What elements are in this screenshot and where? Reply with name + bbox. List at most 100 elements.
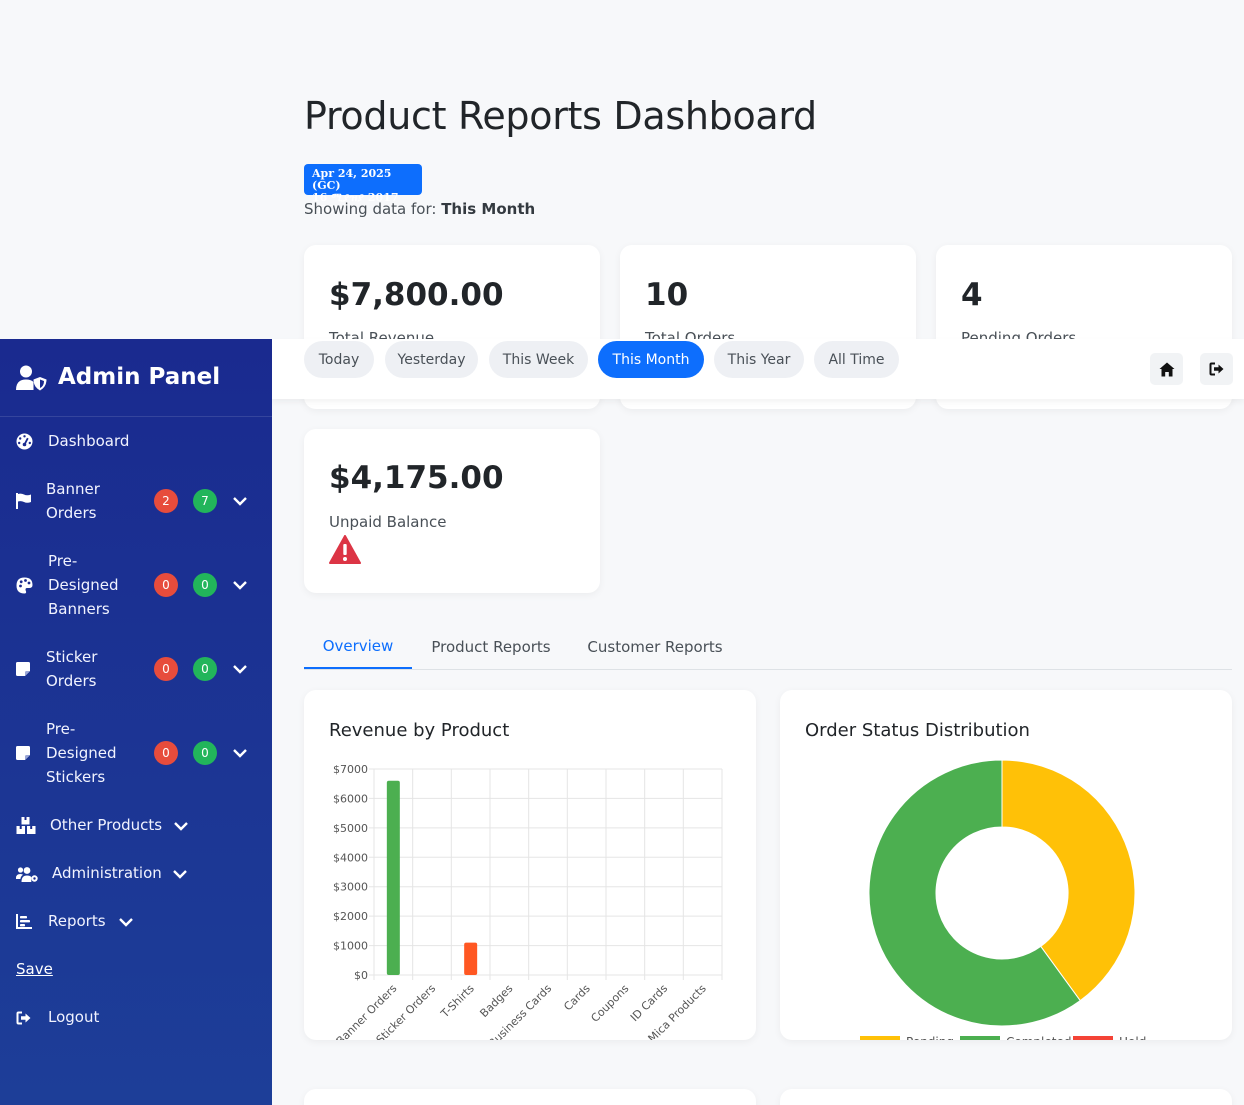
stat-value: $7,800.00: [329, 277, 504, 313]
x-tick-label: Coupons: [588, 982, 631, 1025]
sidebar-item-label: Administration: [52, 864, 162, 882]
sidebar-item-pre-designed-banners[interactable]: Pre-Designed Banners 0 0: [0, 549, 272, 621]
y-tick-label: $1000: [333, 940, 368, 953]
chevron-down-icon[interactable]: [232, 580, 248, 590]
warning-triangle-icon: [329, 535, 361, 564]
palette-icon: [16, 577, 33, 594]
completed-count-badge: 7: [193, 489, 217, 513]
sidebar-item-label: Banner Orders: [46, 480, 100, 522]
logout-icon: [1209, 362, 1223, 376]
x-tick-label: T-Shirts: [438, 982, 477, 1021]
chevron-down-icon[interactable]: [173, 821, 189, 831]
stat-value: 4: [961, 277, 983, 313]
sidebar-item-label: Sticker Orders: [46, 648, 98, 690]
x-tick-label: Badges: [477, 982, 515, 1020]
sidebar-item-other-products[interactable]: Other Products: [0, 813, 272, 841]
y-tick-label: $0: [354, 969, 368, 982]
stat-label: Unpaid Balance: [329, 513, 447, 531]
page-title: Product Reports Dashboard: [304, 94, 817, 138]
sidebar-item-label: Other Products: [50, 816, 163, 834]
sidebar: Admin Panel Dashboard Banner Orders 2 7: [0, 339, 272, 1105]
sidebar-item-dashboard[interactable]: Dashboard: [0, 423, 272, 459]
sidebar-item-logout[interactable]: Logout: [0, 1005, 272, 1033]
pending-count-badge: 0: [154, 573, 178, 597]
next-card-left: [304, 1089, 756, 1105]
revenue-bar-chart: $0$1000$2000$3000$4000$5000$6000$7000Ban…: [333, 763, 723, 1040]
order-status-donut-chart: Pending Completed Hold: [860, 759, 1146, 1040]
tab-customer-reports[interactable]: Customer Reports: [574, 624, 736, 669]
sidebar-item-pre-designed-stickers[interactable]: Pre-Designed Stickers 0 0: [0, 717, 272, 789]
sticky-note-icon: [16, 746, 30, 760]
x-tick-label: Cards: [561, 982, 593, 1014]
completed-count-badge: 0: [193, 657, 217, 681]
legend-label: Pending: [906, 1035, 954, 1040]
stat-card-unpaid-balance: $4,175.00 Unpaid Balance: [304, 429, 600, 593]
sidebar-item-label: Dashboard: [48, 432, 130, 450]
date-gc: Apr 24, 2025 (GC): [312, 167, 392, 192]
sidebar-item-sticker-orders[interactable]: Sticker Orders 0 0: [0, 645, 272, 693]
filter-this-week[interactable]: This Week: [489, 341, 588, 378]
sidebar-item-reports[interactable]: Reports: [0, 909, 272, 937]
sidebar-item-administration[interactable]: Administration: [0, 861, 272, 889]
filter-all-time[interactable]: All Time: [814, 341, 899, 378]
report-tabs: Overview Product Reports Customer Report…: [304, 624, 1232, 670]
tab-overview[interactable]: Overview: [304, 624, 412, 669]
y-tick-label: $5000: [333, 822, 368, 835]
bar[interactable]: [386, 780, 400, 975]
stat-value: $4,175.00: [329, 460, 504, 496]
showing-prefix: Showing data for:: [304, 200, 437, 218]
sidebar-item-label: Logout: [48, 1008, 100, 1026]
legend-label: Completed: [1006, 1035, 1071, 1040]
showing-period: This Month: [441, 200, 536, 218]
chevron-down-icon[interactable]: [172, 869, 188, 879]
order-status-card: Order Status Distribution PendingComplet…: [780, 690, 1232, 1040]
boxes-icon: [16, 817, 36, 834]
pending-count-badge: 0: [154, 741, 178, 765]
legend-label: Hold: [1119, 1035, 1146, 1040]
legend-swatch: [1073, 1036, 1113, 1040]
stat-value: 10: [645, 277, 689, 313]
filter-this-month[interactable]: This Month: [598, 341, 704, 378]
pending-count-badge: 2: [154, 489, 178, 513]
filter-yesterday[interactable]: Yesterday: [385, 341, 478, 378]
y-tick-label: $4000: [333, 851, 368, 864]
sidebar-title: Admin Panel: [58, 364, 221, 390]
sticky-note-icon: [16, 662, 30, 676]
bar[interactable]: [464, 942, 478, 975]
home-icon: [1159, 362, 1174, 376]
user-shield-icon: [16, 365, 47, 391]
y-tick-label: $7000: [333, 763, 368, 776]
filter-today[interactable]: Today: [304, 341, 374, 378]
revenue-by-product-card: Revenue by Product $0 $1000 $2000 $3000 $400…: [304, 690, 756, 1040]
save-link[interactable]: Save: [16, 960, 53, 978]
date-badge: Apr 24, 2025 (GC) 16 ሚያዝያ 2017 (EC): [304, 164, 422, 216]
chevron-down-icon[interactable]: [232, 748, 248, 758]
chart-bar-icon: [16, 914, 32, 929]
sidebar-brand: Admin Panel: [0, 339, 272, 417]
home-button[interactable]: [1150, 353, 1183, 385]
users-cog-icon: [16, 867, 38, 882]
completed-count-badge: 0: [193, 741, 217, 765]
showing-data-for: Showing data for: This Month: [304, 200, 535, 218]
flag-icon: [16, 493, 31, 509]
sidebar-item-label: Pre-Designed Banners: [48, 552, 119, 618]
next-card-right: [780, 1089, 1232, 1105]
sidebar-item-banner-orders[interactable]: Banner Orders 2 7: [0, 477, 272, 525]
y-tick-label: $2000: [333, 910, 368, 923]
pending-count-badge: 0: [154, 657, 178, 681]
completed-count-badge: 0: [193, 573, 217, 597]
y-tick-label: $6000: [333, 792, 368, 805]
legend-swatch: [960, 1036, 1000, 1040]
filter-this-year[interactable]: This Year: [714, 341, 804, 378]
sidebar-item-label: Reports: [48, 912, 106, 930]
sidebar-item-label: Pre-Designed Stickers: [46, 720, 117, 786]
logout-icon: [16, 1011, 31, 1025]
logout-button[interactable]: [1200, 353, 1233, 385]
dashboard-gauge-icon: [16, 433, 33, 450]
y-tick-label: $3000: [333, 881, 368, 894]
tab-product-reports[interactable]: Product Reports: [417, 624, 565, 669]
chevron-down-icon[interactable]: [232, 496, 248, 506]
x-tick-label: Business Cards: [486, 982, 554, 1040]
chevron-down-icon[interactable]: [232, 664, 248, 674]
chevron-down-icon[interactable]: [118, 917, 134, 927]
